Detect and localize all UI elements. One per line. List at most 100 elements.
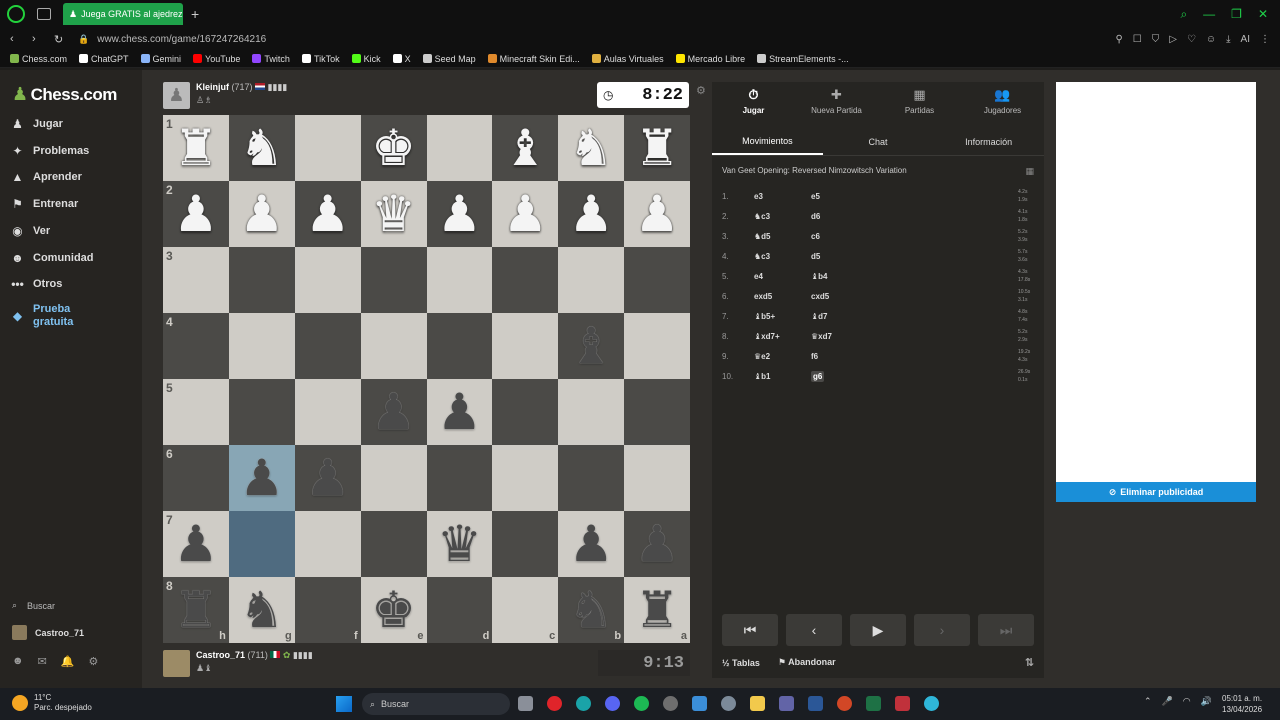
board-square[interactable] <box>558 445 625 511</box>
access-app-icon[interactable] <box>895 696 910 711</box>
powerpoint-app-icon[interactable] <box>837 696 852 711</box>
opera-gx-icon[interactable] <box>7 5 25 23</box>
draw-button[interactable]: ½ Tablas <box>722 658 760 668</box>
board-square[interactable]: ♝ <box>492 115 559 181</box>
white-rook-icon[interactable]: ♜ <box>635 123 680 173</box>
board-square[interactable] <box>228 247 295 313</box>
reload-icon[interactable]: ↻ <box>54 33 66 46</box>
resign-button[interactable]: ⚑ Abandonar <box>778 657 836 668</box>
black-knight-icon[interactable]: ♞ <box>569 585 614 635</box>
board-square[interactable]: 1 ♜ <box>163 115 229 181</box>
board-square[interactable]: 2 ♟ <box>163 181 229 247</box>
lock-icon[interactable]: 🔒 <box>78 34 89 45</box>
spotify-app-icon[interactable] <box>634 696 649 711</box>
board-square[interactable] <box>492 445 559 511</box>
board-square[interactable] <box>426 313 493 379</box>
white-knight-icon[interactable]: ♞ <box>569 123 614 173</box>
subtab-chat[interactable]: Chat <box>823 128 934 155</box>
bookmark-item[interactable]: Kick <box>351 54 381 64</box>
board-square[interactable]: ♛ <box>426 511 493 577</box>
board-square[interactable]: ♟ <box>558 181 625 247</box>
board-square[interactable]: 4 <box>163 313 229 379</box>
white-move[interactable]: ♝xd7+ <box>744 332 811 341</box>
white-pawn-icon[interactable]: ♟ <box>239 189 284 239</box>
board-square[interactable] <box>228 379 295 445</box>
black-pawn-icon[interactable]: ♟ <box>305 453 350 503</box>
last-move-button[interactable]: ⏭ <box>978 614 1034 646</box>
tab-nueva-partida[interactable]: ✚ Nueva Partida <box>795 82 878 120</box>
sidebar-search[interactable]: ⌕ Buscar <box>12 600 55 611</box>
sidebar-item-jugar[interactable]: ♟ Jugar <box>10 117 63 131</box>
board-square[interactable]: ♟ <box>228 445 295 511</box>
bookmark-item[interactable]: X <box>392 54 411 64</box>
white-move[interactable]: ♞c3 <box>744 212 811 221</box>
messages-icon[interactable]: ✉ <box>38 655 47 668</box>
board-square[interactable]: f <box>294 577 361 643</box>
board-square[interactable] <box>360 511 427 577</box>
bottom-player-name[interactable]: Castroo_71 <box>196 650 245 660</box>
download-icon[interactable]: ⤓ <box>1226 34 1230 45</box>
black-pawn-icon[interactable]: ♟ <box>635 519 680 569</box>
minimize-button[interactable]: — <box>1203 7 1215 22</box>
white-knight-icon[interactable]: ♞ <box>239 123 284 173</box>
white-move[interactable]: ♞d5 <box>744 232 811 241</box>
top-player-avatar[interactable]: ♟ <box>163 82 190 109</box>
settings-gear-icon[interactable]: ⚙ <box>89 655 99 668</box>
black-move[interactable]: c6 <box>811 232 871 241</box>
profile-icon[interactable]: ☺ <box>1206 34 1216 45</box>
board-square[interactable]: ♞ <box>228 115 295 181</box>
black-pawn-icon[interactable]: ♟ <box>569 519 614 569</box>
white-bishop-icon[interactable]: ♝ <box>503 123 548 173</box>
board-square[interactable]: ♟ <box>294 445 361 511</box>
board-square[interactable]: b ♞ <box>558 577 625 643</box>
white-move[interactable]: e3 <box>744 192 811 201</box>
board-square[interactable] <box>558 247 625 313</box>
board-square[interactable] <box>426 247 493 313</box>
board-square[interactable]: 6 <box>163 445 229 511</box>
sidebar-item-problemas[interactable]: ✦ Problemas <box>10 144 89 158</box>
board-square[interactable]: ♛ <box>360 181 427 247</box>
board-square[interactable] <box>624 445 690 511</box>
white-move[interactable]: e4 <box>744 272 811 281</box>
white-queen-icon[interactable]: ♛ <box>371 189 416 239</box>
board-square[interactable] <box>294 115 361 181</box>
black-knight-icon[interactable]: ♞ <box>239 585 284 635</box>
black-move[interactable]: cxd5 <box>811 292 871 301</box>
play-button[interactable]: ▶ <box>850 614 906 646</box>
board-square[interactable]: ♟ <box>360 379 427 445</box>
github-app-icon[interactable] <box>663 696 678 711</box>
chevron-up-icon[interactable]: ⌃ <box>1144 696 1152 707</box>
bookmark-item[interactable]: ChatGPT <box>79 54 129 64</box>
black-rook-icon[interactable]: ♜ <box>174 585 219 635</box>
board-square[interactable] <box>624 379 690 445</box>
bookmark-item[interactable]: Aulas Virtuales <box>591 54 664 64</box>
heart-icon[interactable]: ♡ <box>1187 34 1196 45</box>
white-move[interactable]: ♞c3 <box>744 252 811 261</box>
board-square[interactable] <box>624 313 690 379</box>
bookmark-item[interactable]: Chess.com <box>10 54 67 64</box>
board-square[interactable]: e ♚ <box>360 577 427 643</box>
teams-app-icon[interactable] <box>779 696 794 711</box>
board-square[interactable] <box>624 247 690 313</box>
board-square[interactable] <box>228 511 295 577</box>
next-move-button[interactable]: › <box>914 614 970 646</box>
ai-button[interactable]: AI <box>1241 34 1250 45</box>
board-square[interactable]: ♟ <box>426 379 493 445</box>
taskbar-search[interactable]: ⌕ Buscar <box>362 693 510 715</box>
bookmark-item[interactable]: Gemini <box>140 54 181 64</box>
sidebar-item-entrenar[interactable]: ⚑ Entrenar <box>10 197 78 211</box>
black-pawn-icon[interactable]: ♟ <box>239 453 284 503</box>
tab-jugadores[interactable]: 👥 Jugadores <box>961 82 1044 120</box>
previous-move-button[interactable]: ‹ <box>786 614 842 646</box>
white-move[interactable]: ♛e2 <box>744 352 811 361</box>
forward-icon[interactable]: › <box>32 33 44 45</box>
board-square[interactable]: ♟ <box>294 181 361 247</box>
browser-tab[interactable]: ♟ Juega GRATIS al ajedrez c ✕ <box>63 3 183 25</box>
opening-book-icon[interactable]: ▦ <box>1025 166 1034 177</box>
board-square[interactable]: ♟ <box>624 511 690 577</box>
opera-app-icon[interactable] <box>547 696 562 711</box>
black-move[interactable]: f6 <box>811 352 871 361</box>
microphone-icon[interactable]: 🎤 <box>1162 696 1173 707</box>
edge-app-icon[interactable] <box>576 696 591 711</box>
tab-jugar[interactable]: ⏱ Jugar <box>712 82 795 120</box>
